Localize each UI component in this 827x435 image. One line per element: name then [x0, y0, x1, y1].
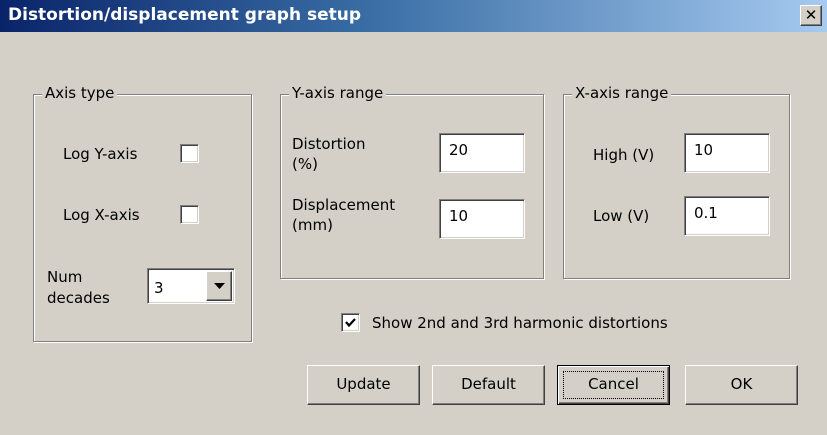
default-button[interactable]: Default [432, 365, 545, 405]
y-axis-range-group: Y-axis range [280, 84, 544, 279]
displacement-label-line1: Displacement [292, 196, 396, 214]
distortion-label-line1: Distortion [292, 135, 366, 153]
checkmark-icon [345, 318, 356, 328]
log-x-axis-label: Log X-axis [63, 206, 140, 224]
log-x-axis-checkbox[interactable] [180, 205, 199, 224]
log-y-axis-label: Log Y-axis [63, 145, 138, 163]
x-axis-range-group: X-axis range [563, 84, 790, 279]
displacement-label-line2: (mm) [292, 216, 333, 234]
y-axis-range-legend: Y-axis range [289, 84, 387, 102]
x-axis-range-legend: X-axis range [572, 84, 672, 102]
num-decades-label-line2: decades [47, 289, 110, 307]
title-bar[interactable]: Distortion/displacement graph setup ✕ [0, 0, 827, 32]
num-decades-label-line1: Num [47, 268, 83, 286]
high-voltage-label: High (V) [593, 146, 655, 164]
show-harmonics-label[interactable]: Show 2nd and 3rd harmonic distortions [372, 313, 668, 333]
high-voltage-input[interactable]: 10 [684, 133, 770, 173]
ok-button[interactable]: OK [685, 365, 798, 405]
displacement-input[interactable]: 10 [439, 199, 525, 239]
graph-setup-dialog: Distortion/displacement graph setup ✕ Ax… [0, 0, 827, 435]
close-button[interactable]: ✕ [800, 5, 822, 26]
axis-type-legend: Axis type [42, 84, 118, 102]
distortion-label-line2: (%) [292, 155, 318, 173]
close-icon: ✕ [804, 6, 818, 24]
show-harmonics-checkbox[interactable] [341, 313, 360, 332]
low-voltage-input[interactable]: 0.1 [684, 196, 770, 236]
dropdown-arrow-icon [214, 283, 225, 289]
num-decades-select[interactable]: 3 [147, 268, 235, 304]
cancel-button[interactable]: Cancel [557, 365, 670, 405]
distortion-input[interactable]: 20 [439, 133, 525, 173]
window-title: Distortion/displacement graph setup [8, 5, 362, 25]
num-decades-dropdown-button[interactable] [206, 271, 232, 301]
update-button[interactable]: Update [307, 365, 420, 405]
num-decades-value: 3 [154, 279, 164, 297]
log-y-axis-checkbox[interactable] [180, 144, 199, 163]
low-voltage-label: Low (V) [593, 207, 650, 225]
focus-rectangle [563, 371, 664, 399]
